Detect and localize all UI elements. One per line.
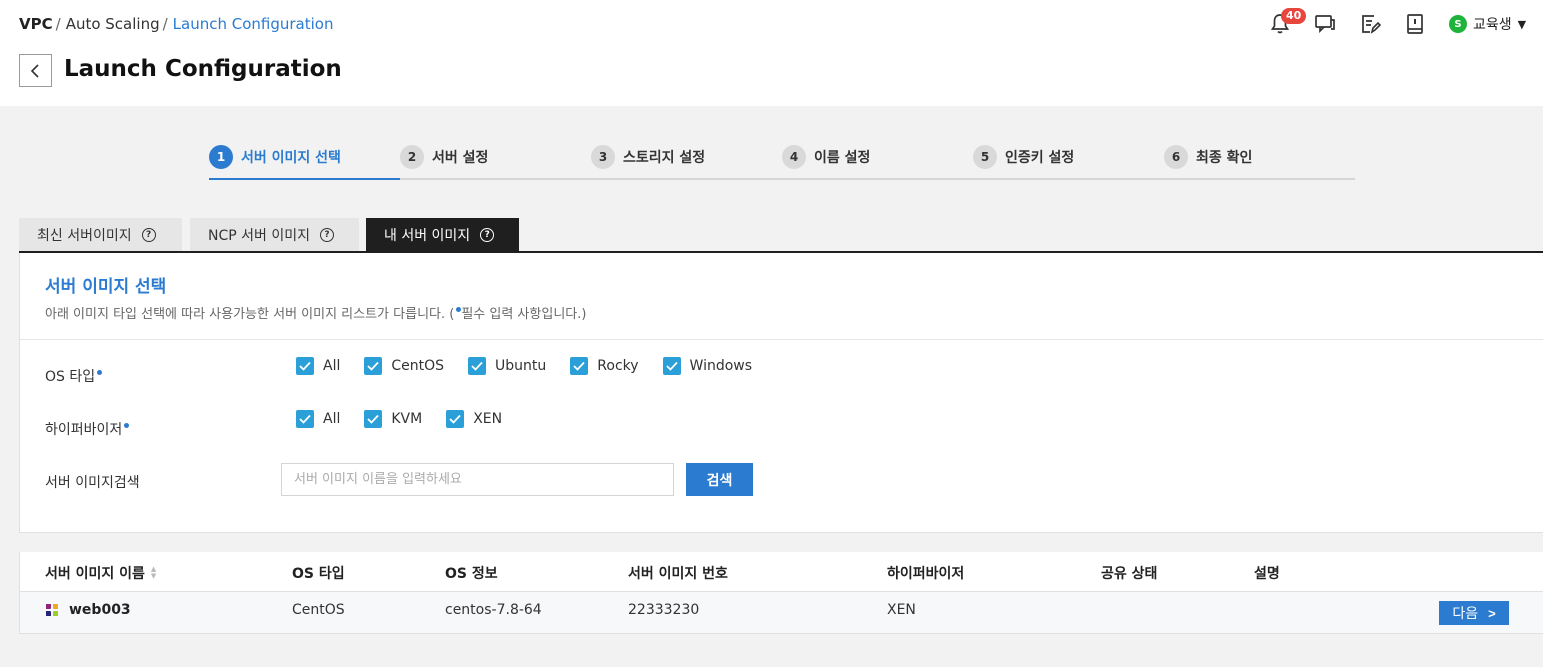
- divider: [20, 339, 1543, 340]
- breadcrumb-vpc[interactable]: VPC: [19, 15, 53, 33]
- checkbox-os-rocky[interactable]: Rocky: [570, 357, 639, 375]
- tab-label: 최신 서버이미지: [37, 227, 132, 244]
- table-header: 서버 이미지 이름 ▲ ▼ OS 타입 OS 정보 서버 이미지 번호 하이퍼바이저…: [20, 552, 1543, 592]
- checkbox-os-windows[interactable]: Windows: [662, 357, 752, 375]
- step-number: 2: [400, 145, 424, 169]
- checkbox-checked-icon: [296, 357, 314, 375]
- column-os-type: OS 타입: [292, 566, 345, 582]
- breadcrumb-launch-configuration[interactable]: Launch Configuration: [173, 15, 334, 33]
- top-bar: VPC / Auto Scaling / Launch Configuration La…: [0, 0, 1543, 106]
- user-menu[interactable]: S 교육생 ▼: [1449, 14, 1526, 34]
- checkbox-os-centos[interactable]: CentOS: [364, 357, 444, 375]
- column-image-name[interactable]: 서버 이미지 이름 ▲ ▼: [45, 563, 156, 583]
- step-number: 6: [1164, 145, 1188, 169]
- search-button[interactable]: 검색: [686, 463, 753, 496]
- os-type-label: OS 타입: [45, 366, 103, 386]
- caret-down-icon: ▼: [1517, 17, 1527, 31]
- step-label: 이름 설정: [814, 150, 871, 166]
- image-filter-panel: 서버 이미지 선택 아래 이미지 타입 선택에 따라 사용가능한 서버 이미지 …: [19, 253, 1543, 533]
- checkbox-checked-icon: [570, 357, 589, 375]
- checkbox-checked-icon: [662, 357, 681, 375]
- panel-description: 아래 이미지 타입 선택에 따라 사용가능한 서버 이미지 리스트가 다릅니다.…: [45, 307, 587, 322]
- help-icon[interactable]: ?: [141, 227, 156, 242]
- checkbox-os-all[interactable]: All: [296, 357, 340, 375]
- checkbox-checked-icon: [364, 410, 383, 428]
- tab-ncp-images[interactable]: NCP 서버 이미지?: [190, 218, 359, 251]
- help-icon[interactable]: ?: [320, 227, 334, 242]
- cell-os-info: centos-7.8-64: [445, 602, 542, 618]
- breadcrumb-auto-scaling[interactable]: Auto Scaling: [66, 15, 160, 33]
- active-step-underline: [209, 178, 400, 180]
- image-search-label: 서버 이미지검색: [45, 475, 140, 491]
- page-title: Launch Configuration: [64, 56, 342, 82]
- notification-badge: 40: [1281, 8, 1307, 24]
- column-os-info: OS 정보: [445, 566, 498, 582]
- checkbox-os-ubuntu[interactable]: Ubuntu: [468, 357, 546, 375]
- step-label: 인증키 설정: [1005, 150, 1075, 166]
- centos-logo-icon: [46, 604, 58, 616]
- checkbox-hv-kvm[interactable]: KVM: [364, 410, 422, 428]
- image-table: 서버 이미지 이름 ▲ ▼ OS 타입 OS 정보 서버 이미지 번호 하이퍼바이저…: [19, 552, 1543, 634]
- tab-label: NCP 서버 이미지: [208, 227, 310, 244]
- checkbox-checked-icon: [296, 410, 314, 428]
- chat-icon[interactable]: [1313, 12, 1337, 36]
- step-5[interactable]: 5 인증키 설정: [973, 144, 1074, 170]
- user-name: 교육생: [1473, 17, 1512, 33]
- tab-label: 내 서버 이미지: [384, 227, 471, 244]
- checkbox-hv-xen[interactable]: XEN: [446, 410, 502, 428]
- panel-title: 서버 이미지 선택: [45, 277, 167, 297]
- step-4[interactable]: 4 이름 설정: [782, 144, 870, 170]
- sort-icon[interactable]: ▲ ▼: [151, 566, 156, 580]
- step-3[interactable]: 3 스토리지 설정: [591, 144, 705, 170]
- user-avatar: S: [1449, 15, 1467, 33]
- step-label: 서버 이미지 선택: [241, 150, 341, 166]
- step-number: 1: [209, 145, 233, 169]
- table-row[interactable]: web003 CentOS centos-7.8-64 22333230 XEN…: [20, 592, 1543, 633]
- column-hypervisor: 하이퍼바이저: [887, 566, 965, 582]
- breadcrumb-separator: /: [55, 15, 61, 33]
- cell-os-type: CentOS: [292, 602, 345, 618]
- breadcrumb-separator: /: [162, 15, 168, 33]
- required-dot-icon: [97, 370, 103, 375]
- book-icon[interactable]: [1403, 12, 1427, 36]
- step-1[interactable]: 1 서버 이미지 선택: [209, 144, 341, 170]
- cell-image-name: web003: [45, 602, 131, 618]
- step-number: 3: [591, 145, 615, 169]
- checkbox-checked-icon: [364, 357, 383, 375]
- step-number: 5: [973, 145, 997, 169]
- back-button[interactable]: [19, 54, 52, 87]
- column-share-status: 공유 상태: [1101, 566, 1158, 582]
- help-icon[interactable]: ?: [480, 227, 495, 242]
- wizard-stepper: 1 서버 이미지 선택 2 서버 설정 3 스토리지 설정 4 이름 설정 5 인증키 설…: [209, 140, 1355, 180]
- step-2[interactable]: 2 서버 설정: [400, 144, 488, 170]
- image-search-input[interactable]: [281, 463, 674, 496]
- breadcrumb: VPC / Auto Scaling / Launch Configuration: [19, 15, 333, 33]
- column-image-no: 서버 이미지 번호: [628, 566, 728, 582]
- required-dot-icon: [124, 423, 130, 428]
- checkbox-checked-icon: [446, 410, 465, 428]
- step-6[interactable]: 6 최종 확인: [1164, 144, 1252, 170]
- os-type-checkboxes: All CentOS Ubuntu Rocky Windows: [296, 357, 776, 375]
- tab-latest-images[interactable]: 최신 서버이미지?: [19, 218, 182, 251]
- hypervisor-label: 하이퍼바이저: [45, 419, 130, 439]
- step-label: 최종 확인: [1196, 150, 1253, 166]
- column-description: 설명: [1254, 566, 1280, 582]
- chevron-left-icon: [30, 63, 39, 78]
- hypervisor-checkboxes: All KVM XEN: [296, 410, 526, 428]
- chevron-right-icon: >: [1488, 605, 1496, 621]
- step-label: 스토리지 설정: [623, 150, 706, 166]
- cell-hypervisor: XEN: [887, 602, 916, 618]
- checkbox-hv-all[interactable]: All: [296, 410, 340, 428]
- step-label: 서버 설정: [432, 150, 489, 166]
- next-button[interactable]: 다음 >: [1439, 601, 1509, 625]
- step-number: 4: [782, 145, 806, 169]
- edit-note-icon[interactable]: [1358, 12, 1382, 36]
- tab-my-images[interactable]: 내 서버 이미지?: [366, 218, 519, 251]
- checkbox-checked-icon: [468, 357, 487, 375]
- cell-image-no: 22333230: [628, 602, 700, 618]
